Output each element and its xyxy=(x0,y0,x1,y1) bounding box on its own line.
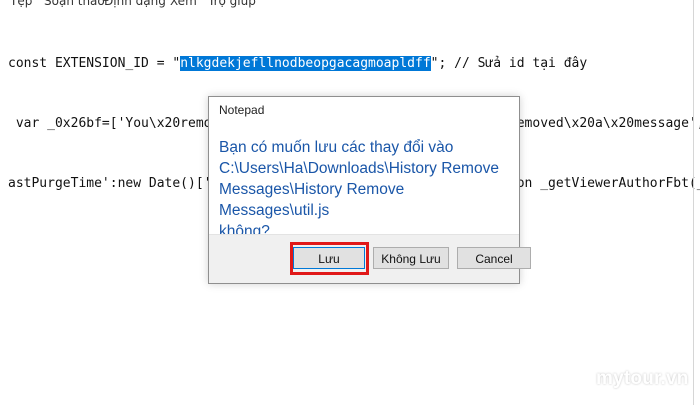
menu-bar: Tệp Soạn thảo Định dạng Xem Trợ giúp xyxy=(0,0,700,10)
watermark-logo: mytour.vn xyxy=(596,368,689,389)
menu-format[interactable]: Định dạng xyxy=(104,0,166,8)
menu-view[interactable]: Xem xyxy=(170,0,197,8)
line1-suffix: "; // Sửa id tại đây xyxy=(430,56,588,71)
dialog-message-line-3: Messages\History Remove Messages\util.js xyxy=(219,181,405,219)
menu-help[interactable]: Trợ giúp xyxy=(208,0,256,8)
selected-extension-id: nlkgdekjefllnodbeopgacagmoapldff xyxy=(180,56,431,71)
dialog-message: Bạn có muốn lưu các thay đổi vào C:\User… xyxy=(219,137,509,242)
menu-file[interactable]: Tệp xyxy=(10,0,32,8)
cancel-button[interactable]: Cancel xyxy=(457,247,531,269)
dialog-message-line-2: C:\Users\Ha\Downloads\History Remove xyxy=(219,160,499,177)
line1-prefix: const EXTENSION_ID = " xyxy=(8,56,181,71)
window-edge xyxy=(693,0,694,405)
dont-save-button[interactable]: Không Lưu xyxy=(373,247,449,269)
dialog-message-line-1: Bạn có muốn lưu các thay đổi vào xyxy=(219,139,454,156)
menu-edit[interactable]: Soạn thảo xyxy=(44,0,105,8)
editor-line-1: const EXTENSION_ID = "nlkgdekjefllnodbeo… xyxy=(8,54,700,74)
save-button[interactable]: Lưu xyxy=(293,247,365,269)
dialog-title: Notepad xyxy=(219,103,265,117)
dialog-footer: Lưu Không Lưu Cancel xyxy=(209,234,531,283)
save-dialog: Notepad Bạn có muốn lưu các thay đổi vào… xyxy=(208,96,531,284)
